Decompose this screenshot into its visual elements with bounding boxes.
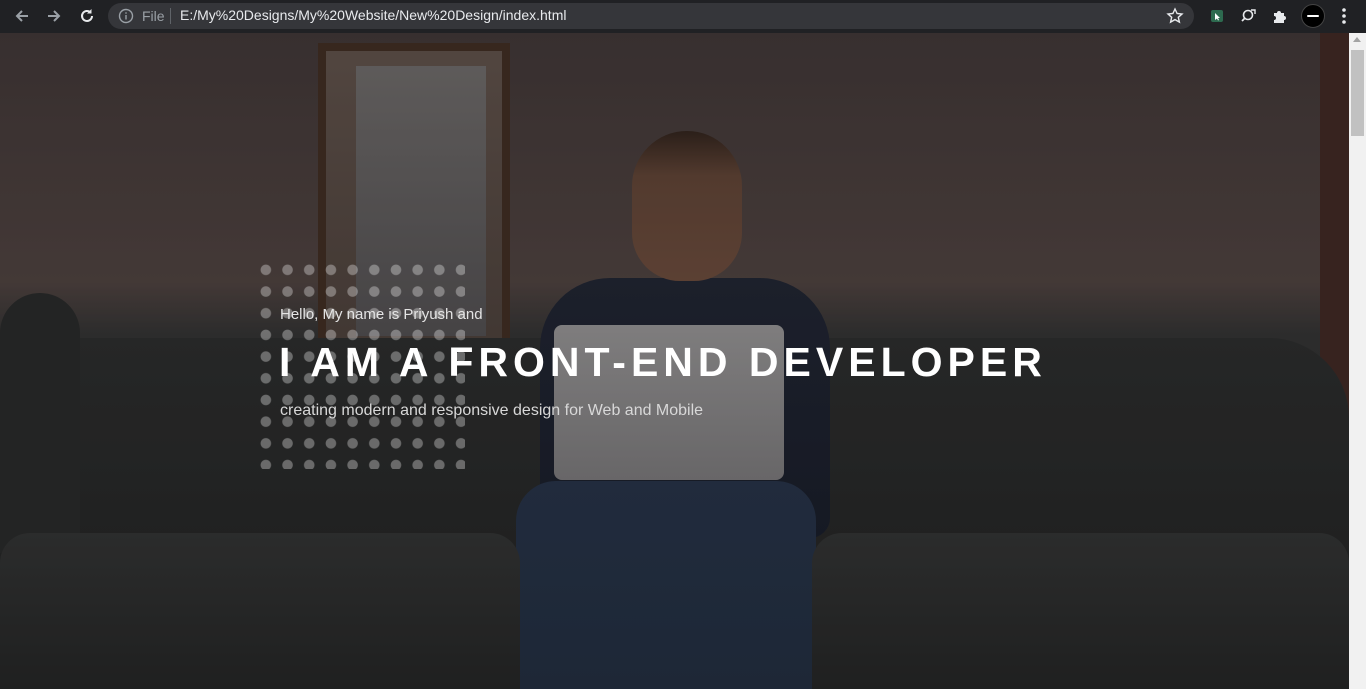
divider (170, 8, 171, 24)
info-icon[interactable] (118, 8, 134, 29)
scroll-up-arrow-icon[interactable] (1353, 37, 1361, 42)
forward-arrow-icon[interactable] (41, 4, 67, 28)
hero-greeting: Hello, My name is Priyush and (280, 306, 483, 323)
extension-icon[interactable] (1206, 5, 1228, 27)
hero-headline: I AM A FRONT-END DEVELOPER (279, 339, 1047, 385)
search-extension-icon[interactable] (1238, 5, 1260, 27)
profile-avatar[interactable] (1301, 4, 1325, 28)
address-bar[interactable]: File E:/My%20Designs/My%20Website/New%20… (108, 3, 1194, 29)
page-scrollbar[interactable] (1349, 33, 1366, 689)
scroll-thumb[interactable] (1351, 50, 1364, 136)
reload-icon[interactable] (74, 4, 100, 28)
kebab-menu-icon[interactable] (1338, 5, 1350, 32)
star-icon[interactable] (1166, 7, 1184, 30)
hero-section: Hello, My name is Priyush and I AM A FRO… (0, 33, 1349, 689)
hero-tagline: creating modern and responsive design fo… (280, 402, 704, 419)
file-scheme-label: File (142, 8, 165, 24)
puzzle-icon[interactable] (1269, 5, 1291, 27)
browser-toolbar: File E:/My%20Designs/My%20Website/New%20… (0, 0, 1366, 33)
url-text[interactable]: E:/My%20Designs/My%20Website/New%20Desig… (180, 7, 566, 23)
back-arrow-icon[interactable] (9, 4, 35, 28)
